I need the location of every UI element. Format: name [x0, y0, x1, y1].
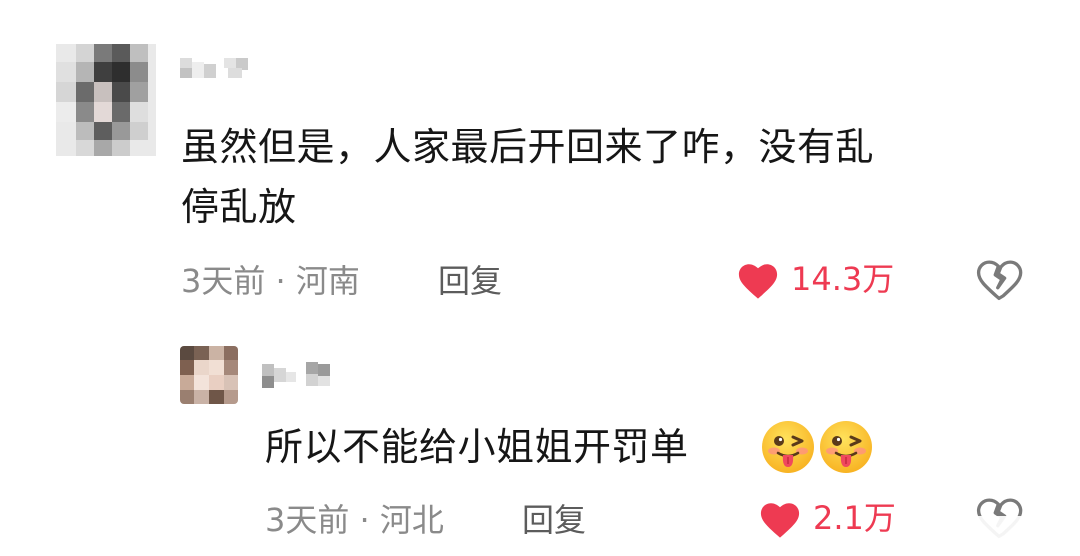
heart-filled-icon — [738, 264, 778, 299]
username[interactable] — [180, 58, 252, 80]
heart-filled-icon — [760, 503, 800, 538]
avatar[interactable] — [180, 346, 238, 404]
broken-heart-icon[interactable] — [974, 256, 1024, 302]
comment-text-continued: 停乱放 — [181, 185, 297, 229]
tongue-out-wink-emoji — [820, 421, 872, 473]
reply-button[interactable]: 回复 — [438, 261, 502, 301]
avatar[interactable] — [56, 44, 156, 156]
username[interactable] — [262, 362, 342, 388]
like-count: 14.3万 — [791, 260, 895, 298]
reply-meta: 3天前 · 河北 — [265, 501, 444, 539]
comment-thread: 虽然但是，人家最后开回来了咋，没有乱 停乱放 3天前 · 河南 回复 14.3万 — [0, 0, 1080, 556]
watermark-fade — [900, 516, 1080, 550]
comment-text: 虽然但是，人家最后开回来了咋，没有乱 — [181, 125, 875, 169]
like-button[interactable]: 14.3万 — [735, 258, 894, 300]
comment-meta: 3天前 · 河南 — [181, 262, 360, 300]
like-button[interactable]: 2.1万 — [757, 497, 896, 539]
reply-button[interactable]: 回复 — [522, 500, 586, 540]
like-count: 2.1万 — [813, 499, 896, 537]
reply-text: 所以不能给小姐姐开罚单 — [265, 425, 689, 469]
tongue-out-wink-emoji — [762, 421, 814, 473]
